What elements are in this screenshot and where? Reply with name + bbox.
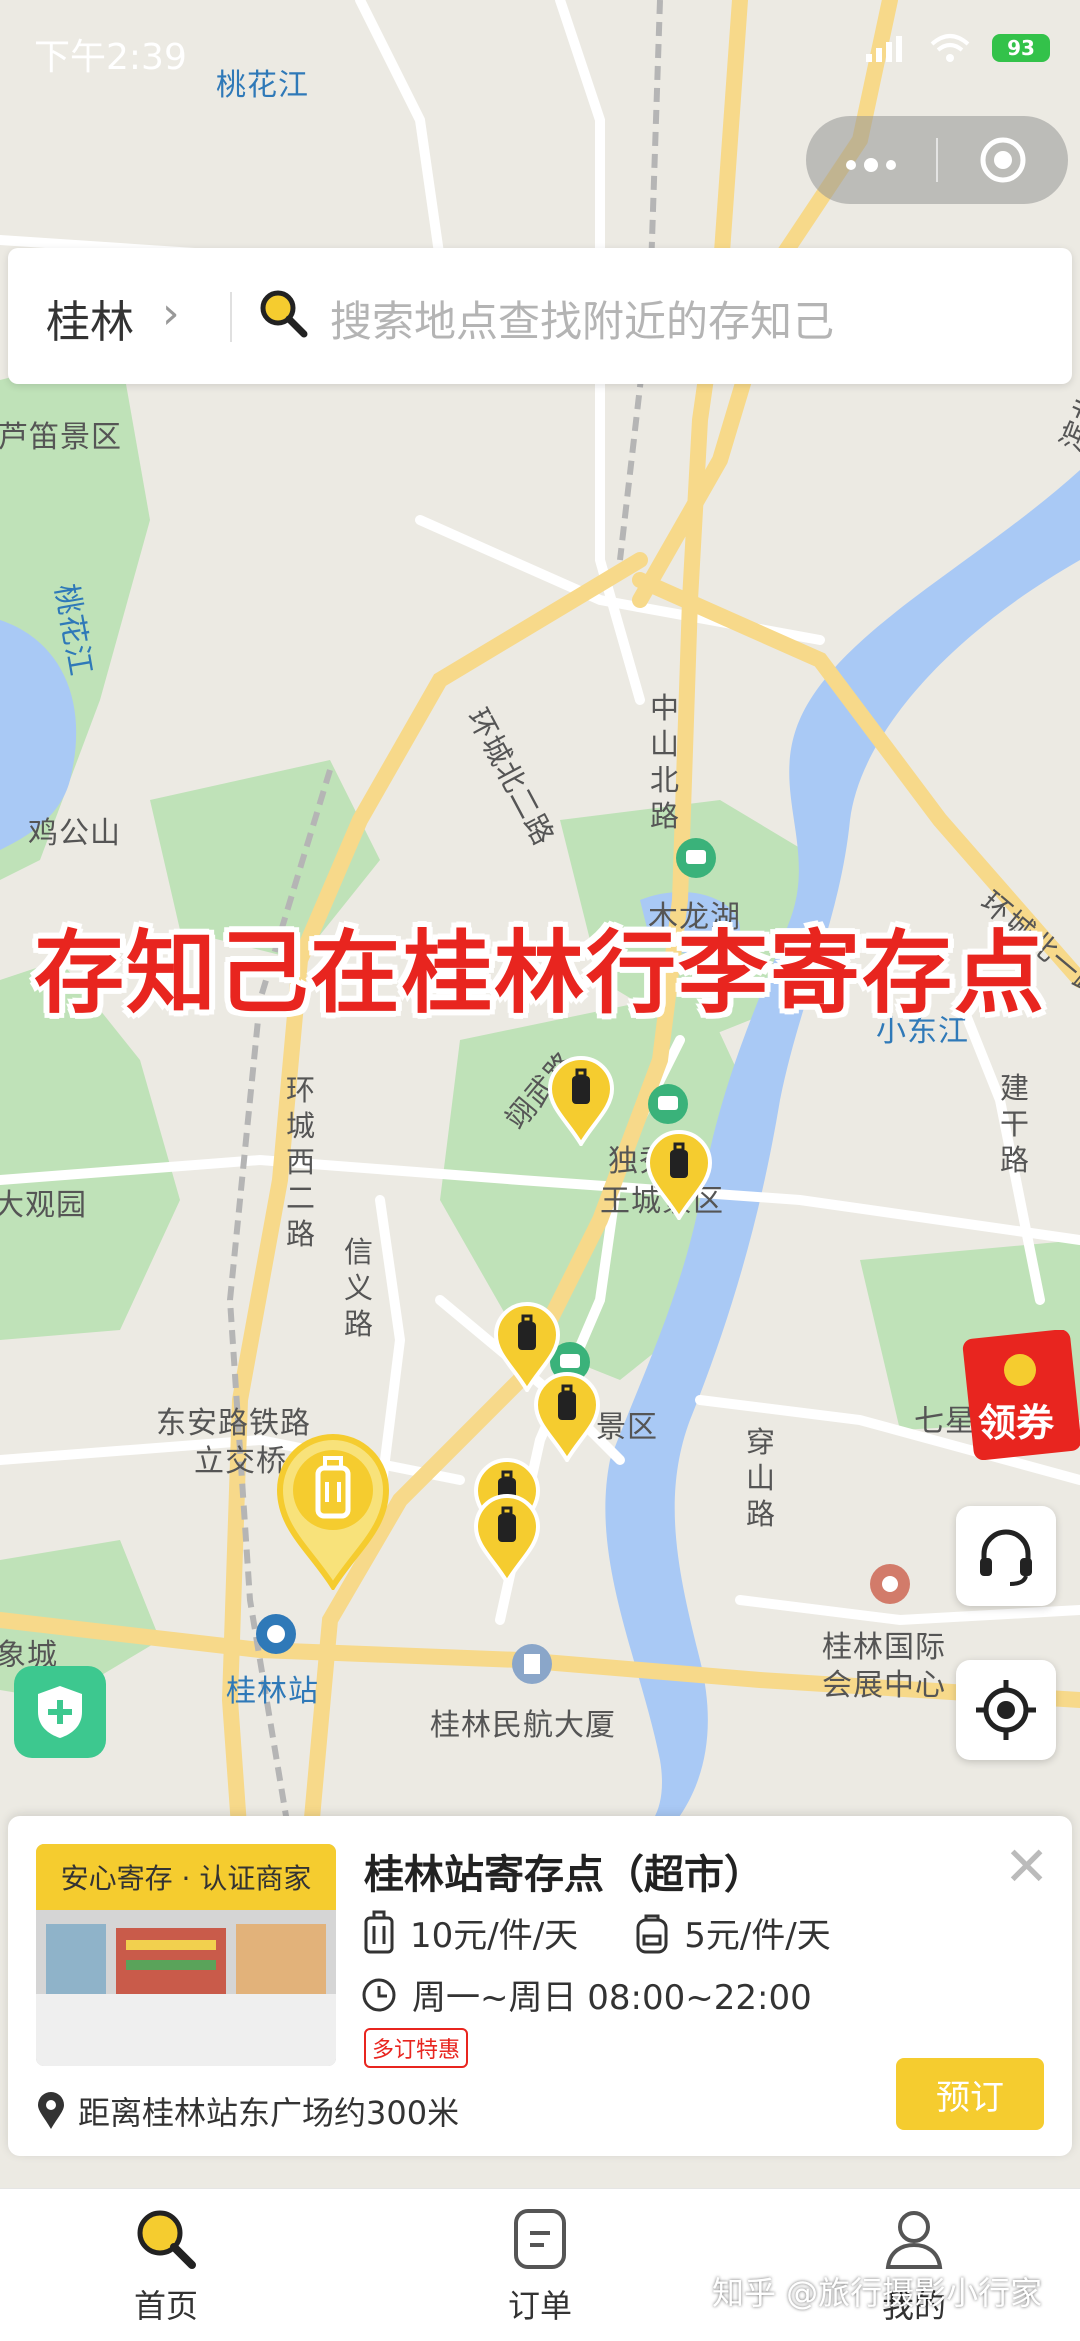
map-label-jigongshan: 鸡公山 [28, 816, 121, 851]
storage-pin[interactable] [547, 1056, 615, 1150]
map-label-chuanshan: 穿山路 [746, 1425, 777, 1531]
coupon-button[interactable]: 领券 [960, 1329, 1080, 1461]
watermark-text: 知乎 @旅行摄影小行家 [712, 2274, 1043, 2312]
opening-hours: 周一~周日 08:00~22:00 [412, 1978, 812, 2018]
status-bar: 下午2:39 93 [0, 0, 1080, 100]
map-label-minhang: 桂林民航大厦 [430, 1708, 616, 1743]
crosshair-icon [976, 1680, 1036, 1740]
location-pin-icon [38, 2092, 64, 2129]
store-title: 桂林站寄存点（超市） [364, 1852, 764, 1898]
promo-tag: 多订特惠 [364, 2028, 469, 2068]
locate-me-button[interactable] [956, 1660, 1056, 1760]
map-label-guilinzhan: 桂林站 [226, 1674, 319, 1709]
store-card[interactable]: 安心寄存 · 认证商家 桂林站寄存点（超市） ✕ 10元/件/天 5元/件/天 … [8, 1816, 1072, 2156]
map-label-ludi: 芦笛景区 [0, 420, 122, 455]
tab-bar: 首页 订单 我的 [0, 2188, 1080, 2341]
map-label-daguanyuan: 大观园 [0, 1188, 87, 1223]
storage-pin[interactable] [473, 1494, 541, 1588]
tab-home[interactable]: 首页 [96, 2203, 236, 2327]
map-label-huizhan-2: 会展中心 [822, 1668, 946, 1703]
trust-badge: 安心寄存 · 认证商家 [36, 1844, 336, 1910]
store-photo: 安心寄存 · 认证商家 [36, 1844, 336, 2066]
storage-pin[interactable] [645, 1130, 713, 1224]
clock-icon [362, 1978, 396, 2011]
selected-storage-pin[interactable] [274, 1432, 392, 1594]
tab-orders-label: 订单 [507, 2287, 572, 2325]
suitcase-icon [364, 1910, 394, 1953]
search-home-icon [137, 2210, 196, 2269]
customer-service-button[interactable] [956, 1506, 1056, 1606]
map-label-xinyi: 信义路 [344, 1235, 375, 1341]
coupon-label: 领券 [978, 1401, 1055, 1445]
safety-button[interactable] [14, 1666, 106, 1758]
backpack-icon [636, 1914, 668, 1953]
close-card-button[interactable]: ✕ [1004, 1840, 1049, 1894]
map-label-jingqu: 景区 [596, 1410, 658, 1445]
close-miniprogram-button[interactable] [938, 135, 1068, 185]
tab-orders[interactable]: 订单 [470, 2203, 610, 2327]
price-small-luggage: 5元/件/天 [684, 1916, 831, 1956]
wifi-icon [930, 34, 970, 62]
status-time: 下午2:39 [34, 37, 187, 78]
status-icons: 93 [864, 32, 1050, 64]
camera-poi-icon [676, 838, 716, 878]
storage-pin[interactable] [533, 1372, 601, 1466]
hours-row: 周一~周日 08:00~22:00 [360, 1970, 812, 2019]
building-poi-icon [512, 1644, 552, 1684]
camera-poi-icon [648, 1084, 688, 1124]
price-row: 10元/件/天 5元/件/天 [360, 1908, 831, 1957]
target-close-icon [980, 137, 1026, 183]
battery-icon: 93 [992, 34, 1050, 62]
train-station-icon [256, 1614, 296, 1654]
user-icon [885, 2211, 943, 2269]
search-bar: 桂林 › 搜索地点查找附近的存知己 [8, 248, 1072, 384]
map-label-jiangan: 建干路 [1000, 1071, 1031, 1177]
search-divider [230, 292, 232, 342]
city-selector[interactable]: 桂林 [46, 286, 134, 350]
headset-icon [980, 1529, 1032, 1586]
miniprogram-capsule [806, 116, 1068, 204]
more-options-button[interactable] [806, 140, 936, 180]
order-icon [514, 2209, 566, 2269]
search-icon [256, 286, 312, 346]
map-label-huanchengxi: 环城西二路 [286, 1073, 317, 1251]
tab-home-label: 首页 [133, 2287, 198, 2325]
book-button[interactable]: 预订 [896, 2058, 1044, 2130]
distance-text: 距离桂林站东广场约300米 [78, 2094, 460, 2132]
distance-row: 距离桂林站东广场约300米 [36, 2088, 459, 2134]
chevron-right-icon[interactable]: › [162, 288, 180, 339]
more-dots-icon [846, 158, 896, 172]
signal-icon [866, 36, 902, 62]
price-large-luggage: 10元/件/天 [410, 1916, 579, 1956]
shield-plus-icon [38, 1686, 82, 1738]
exhibition-poi-icon [870, 1564, 910, 1604]
promo-headline: 存知己在桂林行李寄存点 [34, 921, 1046, 1026]
search-input[interactable]: 搜索地点查找附近的存知己 [330, 288, 834, 349]
map-label-zhongshanbei: 中山北路 [650, 691, 681, 833]
